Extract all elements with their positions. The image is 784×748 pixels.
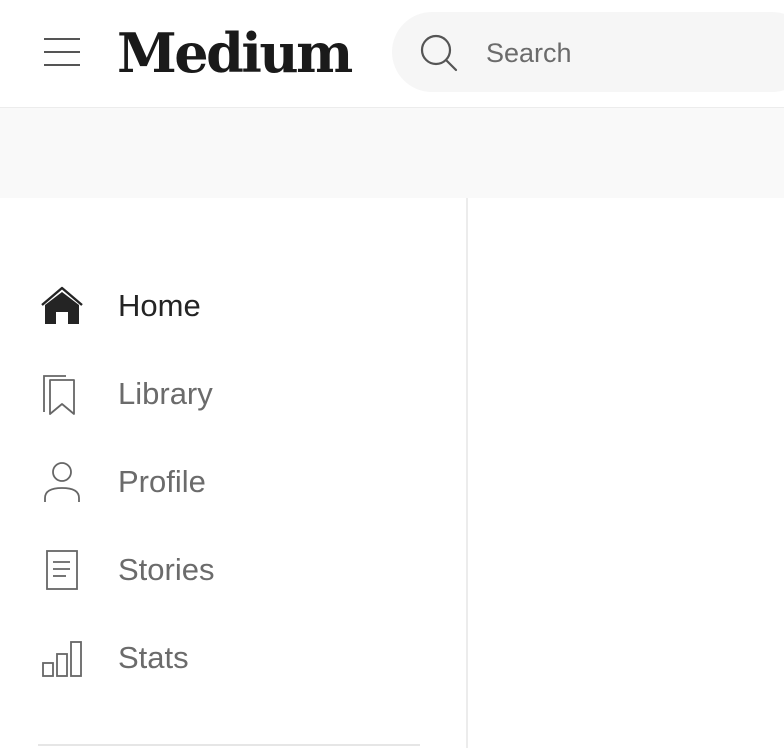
search-input[interactable]: [486, 34, 784, 72]
home-icon: [41, 286, 83, 324]
search-icon: [420, 34, 458, 72]
main-content-area: [470, 198, 784, 748]
top-banner-area: [0, 108, 784, 198]
top-navigation-bar: Medium: [0, 0, 784, 108]
sidebar-item-stats[interactable]: Stats: [0, 626, 440, 690]
sidebar-item-label: Profile: [118, 464, 206, 499]
sidebar-item-label: Stats: [118, 640, 189, 675]
sidebar-item-home[interactable]: Home: [0, 274, 440, 338]
sidebar-item-label: Home: [118, 288, 201, 323]
sidebar-divider: [38, 744, 420, 746]
sidebar-item-stories[interactable]: Stories: [0, 538, 440, 602]
sidebar-item-profile[interactable]: Profile: [0, 450, 440, 514]
sidebar-item-label: Stories: [118, 552, 215, 587]
search-bar[interactable]: [392, 12, 784, 92]
medium-logo[interactable]: Medium: [117, 20, 353, 86]
sidebar-item-library[interactable]: Library: [0, 362, 440, 426]
sidebar-item-label: Library: [118, 376, 213, 411]
bar-chart-icon: [42, 641, 82, 677]
document-icon: [46, 550, 78, 590]
sidebar: Home Library Profile Stories Stats: [0, 198, 468, 748]
bookmark-icon: [43, 375, 75, 415]
hamburger-menu-icon: [44, 38, 80, 66]
hamburger-menu-button[interactable]: [40, 32, 84, 72]
user-icon: [44, 462, 80, 502]
